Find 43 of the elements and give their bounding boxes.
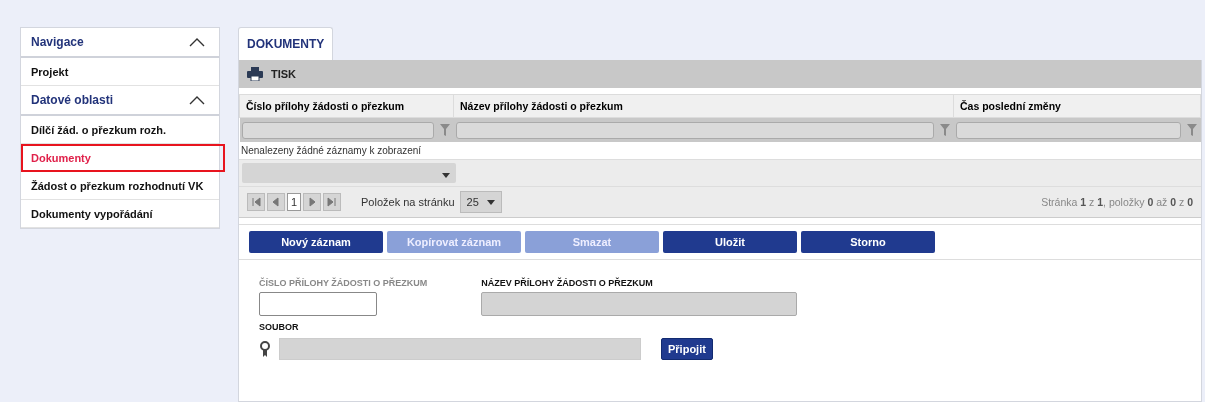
input-field[interactable] <box>259 292 377 316</box>
next-page-button[interactable] <box>303 193 321 211</box>
column-header[interactable]: Název přílohy žádosti o přezkum <box>453 94 954 118</box>
column-header[interactable]: Číslo přílohy žádosti o přezkum <box>239 94 454 118</box>
next-arrow-icon <box>307 197 317 207</box>
filter-field[interactable] <box>455 121 934 139</box>
prev-arrow-icon <box>271 197 281 207</box>
sidebar-item[interactable]: Žádost o přezkum rozhodnutí VK <box>21 172 219 200</box>
page-size-label: Položek na stránku <box>361 196 455 208</box>
column-header[interactable]: Čas poslední změny <box>953 94 1201 118</box>
file-field[interactable] <box>279 338 641 360</box>
first-arrow-icon <box>251 197 261 207</box>
attach-button[interactable]: Připojit <box>661 338 713 360</box>
filter-icon[interactable] <box>1186 124 1197 136</box>
sidebar-item[interactable]: Dílčí žád. o přezkum rozh. <box>21 116 219 144</box>
sidebar-item[interactable]: Dokumenty vypořádání <box>21 200 219 228</box>
filter-field[interactable] <box>241 121 434 139</box>
page-size-dropdown[interactable]: 25 <box>459 191 502 213</box>
last-arrow-icon <box>327 197 337 207</box>
print-button[interactable]: TISK <box>271 68 297 80</box>
first-page-button[interactable] <box>247 193 265 211</box>
dropdown-caret-icon[interactable] <box>442 173 450 178</box>
filter-field[interactable] <box>955 121 1181 139</box>
field-label: NÁZEV PŘÍLOHY ŽÁDOSTI O PŘEZKUM <box>481 278 654 288</box>
filter-icon[interactable] <box>439 124 450 136</box>
collapse-icon[interactable] <box>189 95 205 105</box>
field-label: SOUBOR <box>259 322 300 332</box>
action-button[interactable]: Uložit <box>663 231 797 253</box>
page-number-field[interactable]: 1 <box>287 193 301 211</box>
tab[interactable]: DOKUMENTY <box>238 27 334 60</box>
filter-icon[interactable] <box>939 124 950 136</box>
sidebar-item[interactable]: Dokumenty <box>21 144 225 172</box>
field-label: ČÍSLO PŘÍLOHY ŽÁDOSTI O PŘEZKUM <box>259 278 428 288</box>
printer-icon[interactable] <box>247 67 263 81</box>
input-field[interactable] <box>481 292 798 316</box>
dropdown-caret-icon[interactable] <box>486 199 495 205</box>
collapse-icon[interactable] <box>189 37 205 47</box>
prev-page-button[interactable] <box>267 193 285 211</box>
action-button[interactable]: Nový záznam <box>249 231 383 253</box>
last-page-button[interactable] <box>323 193 341 211</box>
page-status: Stránka 1 z 1, položky 0 až 0 z 0 <box>1041 196 1193 208</box>
action-button[interactable]: Storno <box>801 231 935 253</box>
badge-icon <box>259 341 271 357</box>
